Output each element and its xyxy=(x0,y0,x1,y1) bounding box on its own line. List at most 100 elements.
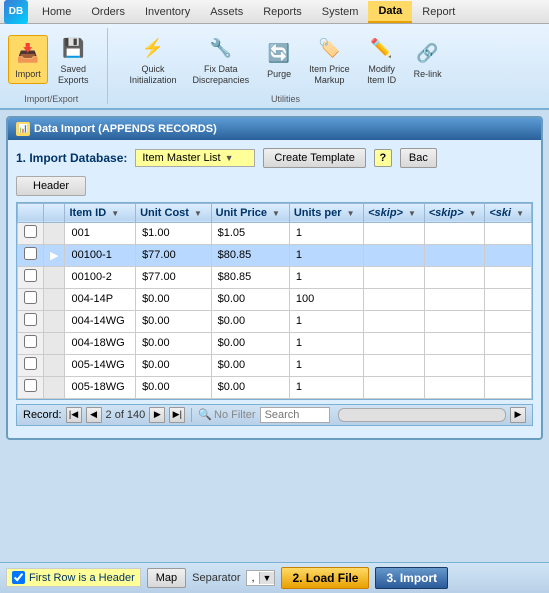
load-file-button[interactable]: 2. Load File xyxy=(281,567,369,589)
item-price-label: Item PriceMarkup xyxy=(309,64,350,86)
col-skip1-header[interactable]: <skip> ▼ xyxy=(364,203,425,222)
ribbon-btn-fix-data[interactable]: 🔧 Fix DataDiscrepancies xyxy=(187,30,256,90)
relink-icon: 🔗 xyxy=(414,39,442,67)
ribbon-btn-purge[interactable]: 🔄 Purge xyxy=(259,35,299,84)
search-input[interactable] xyxy=(260,407,330,423)
row-marker-5 xyxy=(44,332,65,354)
table-row[interactable]: 005-14WG $0.00 $0.00 1 xyxy=(18,354,532,376)
col-unit-price-header[interactable]: Unit Price ▼ xyxy=(211,203,289,222)
units-per-cell-6: 1 xyxy=(289,354,363,376)
row-checkbox-cell-3[interactable] xyxy=(18,288,44,310)
row-checkbox-cell-2[interactable] xyxy=(18,266,44,288)
col-units-per-header[interactable]: Units per ▼ xyxy=(289,203,363,222)
table-row[interactable]: ▶ 00100-1 $77.00 $80.85 1 xyxy=(18,244,532,266)
col-skip3-header[interactable]: <ski ▼ xyxy=(485,203,532,222)
skip2-cell-3 xyxy=(424,288,485,310)
dropdown-arrow-icon: ▼ xyxy=(225,153,234,163)
table-row[interactable]: 00100-2 $77.00 $80.85 1 xyxy=(18,266,532,288)
separator-arrow-icon[interactable]: ▼ xyxy=(259,572,275,584)
nav-item-assets[interactable]: Assets xyxy=(200,1,253,23)
unit-cost-cell-4: $0.00 xyxy=(136,310,212,332)
table-row[interactable]: 001 $1.00 $1.05 1 xyxy=(18,222,532,244)
ribbon-btn-item-price[interactable]: 🏷️ Item PriceMarkup xyxy=(303,30,356,90)
units-per-cell-7: 1 xyxy=(289,376,363,398)
ribbon-btn-relink[interactable]: 🔗 Re-link xyxy=(408,35,448,84)
row-marker-0 xyxy=(44,222,65,244)
table-row[interactable]: 004-14WG $0.00 $0.00 1 xyxy=(18,310,532,332)
ribbon-btn-saved-exports[interactable]: 💾 SavedExports xyxy=(52,30,95,90)
item-id-cell-4: 004-14WG xyxy=(65,310,136,332)
nav-item-inventory[interactable]: Inventory xyxy=(135,1,200,23)
skip2-cell-1 xyxy=(424,244,485,266)
nav-item-report[interactable]: Report xyxy=(412,1,465,23)
first-row-header-checkbox[interactable] xyxy=(12,571,25,584)
ribbon-btn-import[interactable]: 📥 Import xyxy=(8,35,48,84)
ribbon-btn-modify-item[interactable]: ✏️ ModifyItem ID xyxy=(360,30,404,90)
purge-label: Purge xyxy=(267,69,291,80)
skip2-cell-2 xyxy=(424,266,485,288)
unit-price-cell-2: $80.85 xyxy=(211,266,289,288)
skip2-cell-4 xyxy=(424,310,485,332)
nav-item-data[interactable]: Data xyxy=(368,1,412,23)
first-row-header-checkbox-label[interactable]: First Row is a Header xyxy=(6,568,141,587)
col-item-id-header[interactable]: Item ID ▼ xyxy=(65,203,136,222)
row-checkbox-cell-0[interactable] xyxy=(18,222,44,244)
table-row[interactable]: 004-14P $0.00 $0.00 100 xyxy=(18,288,532,310)
nav-item-orders[interactable]: Orders xyxy=(81,1,135,23)
col-skip2-header[interactable]: <skip> ▼ xyxy=(424,203,485,222)
nav-scroll-right-btn[interactable]: ▶ xyxy=(510,407,526,423)
skip1-cell-4 xyxy=(364,310,425,332)
table-row[interactable]: 004-18WG $0.00 $0.00 1 xyxy=(18,332,532,354)
help-button[interactable]: ? xyxy=(374,149,392,167)
row-checkbox-cell-5[interactable] xyxy=(18,332,44,354)
row-checkbox-cell-7[interactable] xyxy=(18,376,44,398)
unit-cost-cell-7: $0.00 xyxy=(136,376,212,398)
separator-dropdown[interactable]: , ▼ xyxy=(246,570,275,586)
nav-last-btn[interactable]: ▶| xyxy=(169,407,185,423)
row-checkbox-cell-1[interactable] xyxy=(18,244,44,266)
ribbon-group-utilities: ⚡ QuickInitialization 🔧 Fix DataDiscrepa… xyxy=(124,28,460,104)
nav-item-system[interactable]: System xyxy=(312,1,369,23)
item-id-cell-0: 001 xyxy=(65,222,136,244)
skip3-cell-7 xyxy=(485,376,532,398)
units-per-cell-0: 1 xyxy=(289,222,363,244)
nav-filter-indicator: 🔍 No Filter xyxy=(198,408,255,421)
skip1-cell-0 xyxy=(364,222,425,244)
back-button[interactable]: Bac xyxy=(400,148,437,168)
unit-price-cell-5: $0.00 xyxy=(211,332,289,354)
skip1-sort-icon: ▼ xyxy=(408,209,416,218)
map-button[interactable]: Map xyxy=(147,568,186,588)
skip2-cell-5 xyxy=(424,332,485,354)
item-id-cell-7: 005-18WG xyxy=(65,376,136,398)
create-template-button[interactable]: Create Template xyxy=(263,148,366,168)
row-checkbox-cell-4[interactable] xyxy=(18,310,44,332)
saved-exports-icon: 💾 xyxy=(59,34,87,62)
quick-init-icon: ⚡ xyxy=(139,34,167,62)
skip3-cell-5 xyxy=(485,332,532,354)
nav-first-btn[interactable]: |◀ xyxy=(66,407,82,423)
row-checkbox-cell-6[interactable] xyxy=(18,354,44,376)
nav-next-btn[interactable]: ▶ xyxy=(149,407,165,423)
ribbon-btn-quick-init[interactable]: ⚡ QuickInitialization xyxy=(124,30,183,90)
import-button[interactable]: 3. Import xyxy=(375,567,448,589)
import-database-dropdown[interactable]: Item Master List ▼ xyxy=(135,149,255,167)
unit-cost-cell-0: $1.00 xyxy=(136,222,212,244)
skip3-cell-6 xyxy=(485,354,532,376)
unit-cost-cell-3: $0.00 xyxy=(136,288,212,310)
nav-item-home[interactable]: Home xyxy=(32,1,81,23)
nav-prev-btn[interactable]: ◀ xyxy=(86,407,102,423)
skip3-cell-4 xyxy=(485,310,532,332)
skip3-cell-1 xyxy=(485,244,532,266)
fix-data-icon: 🔧 xyxy=(207,34,235,62)
unit-price-cell-7: $0.00 xyxy=(211,376,289,398)
utilities-group-label: Utilities xyxy=(271,94,300,104)
table-row[interactable]: 005-18WG $0.00 $0.00 1 xyxy=(18,376,532,398)
nav-item-reports[interactable]: Reports xyxy=(253,1,312,23)
item-id-cell-6: 005-14WG xyxy=(65,354,136,376)
separator-label: Separator xyxy=(192,572,240,584)
col-unit-cost-header[interactable]: Unit Cost ▼ xyxy=(136,203,212,222)
nav-scroll-bar[interactable] xyxy=(338,408,506,422)
header-button[interactable]: Header xyxy=(16,176,86,196)
purge-icon: 🔄 xyxy=(265,39,293,67)
import-export-group-label: Import/Export xyxy=(24,94,78,104)
